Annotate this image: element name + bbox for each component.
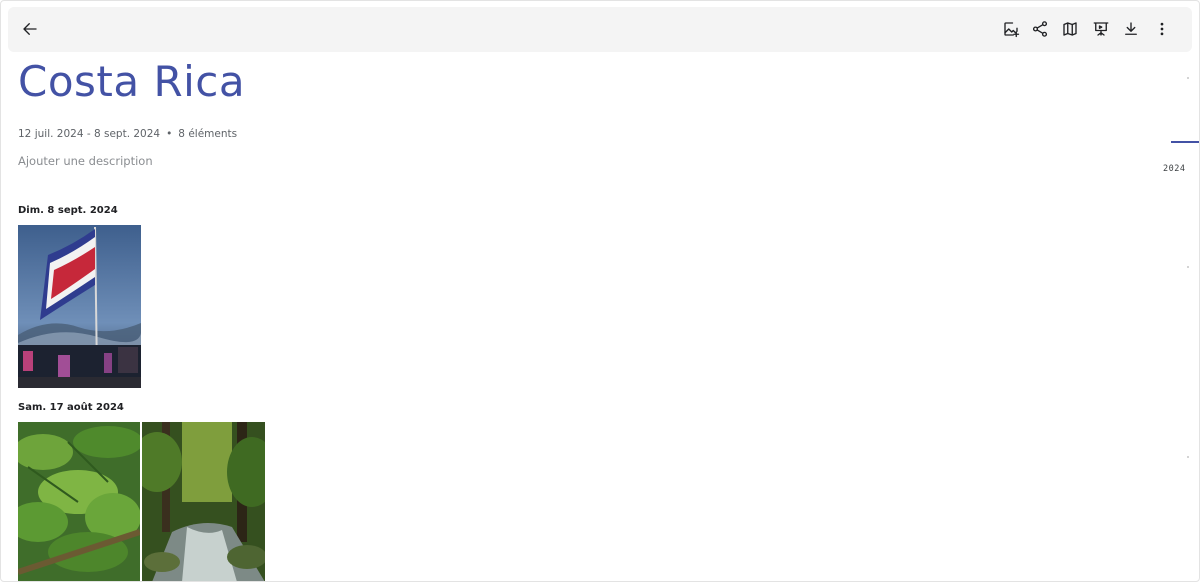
timeline-scrubber[interactable] — [1159, 61, 1199, 581]
download-button[interactable] — [1117, 15, 1145, 43]
album-title[interactable]: Costa Rica — [18, 57, 245, 106]
description-field[interactable]: Ajouter une description — [18, 154, 153, 168]
jungle-plants-photo — [18, 422, 140, 581]
scrubber-year-label: 2024 — [1163, 164, 1186, 174]
slideshow-icon — [1093, 22, 1109, 36]
date-range: 12 juil. 2024 - 8 sept. 2024 — [18, 128, 161, 140]
forest-stream-photo — [142, 422, 265, 581]
scrubber-tick — [1187, 77, 1189, 79]
section-date[interactable]: Dim. 8 sept. 2024 — [18, 205, 118, 216]
album-meta: 12 juil. 2024 - 8 sept. 2024 • 8 éléments — [18, 128, 237, 140]
costa-rica-flag-photo — [18, 225, 141, 388]
add-photos-button[interactable] — [997, 15, 1025, 43]
album-page: Costa Rica 12 juil. 2024 - 8 sept. 2024 •… — [0, 0, 1200, 582]
top-toolbar — [8, 7, 1192, 52]
back-button[interactable] — [16, 15, 44, 43]
add-photos-icon — [1004, 22, 1020, 38]
photo-thumbnail-stream[interactable] — [142, 422, 265, 581]
scrubber-tick — [1187, 456, 1189, 458]
photo-thumbnail-jungle[interactable] — [18, 422, 140, 581]
map-icon — [1063, 22, 1077, 36]
map-button[interactable] — [1056, 15, 1084, 43]
share-button[interactable] — [1026, 15, 1054, 43]
section-date[interactable]: Sam. 17 août 2024 — [18, 402, 124, 413]
download-icon — [1125, 22, 1137, 35]
meta-separator: • — [166, 128, 173, 140]
more-options-button[interactable] — [1148, 15, 1176, 43]
photo-thumbnail-flag[interactable] — [18, 225, 141, 388]
item-count: 8 éléments — [178, 128, 238, 140]
slideshow-button[interactable] — [1087, 15, 1115, 43]
scrubber-tick — [1187, 266, 1189, 268]
more-vert-icon — [1160, 22, 1164, 36]
scrubber-position-indicator[interactable] — [1171, 141, 1199, 143]
share-icon — [1032, 21, 1048, 37]
arrow-back-icon — [23, 23, 37, 35]
